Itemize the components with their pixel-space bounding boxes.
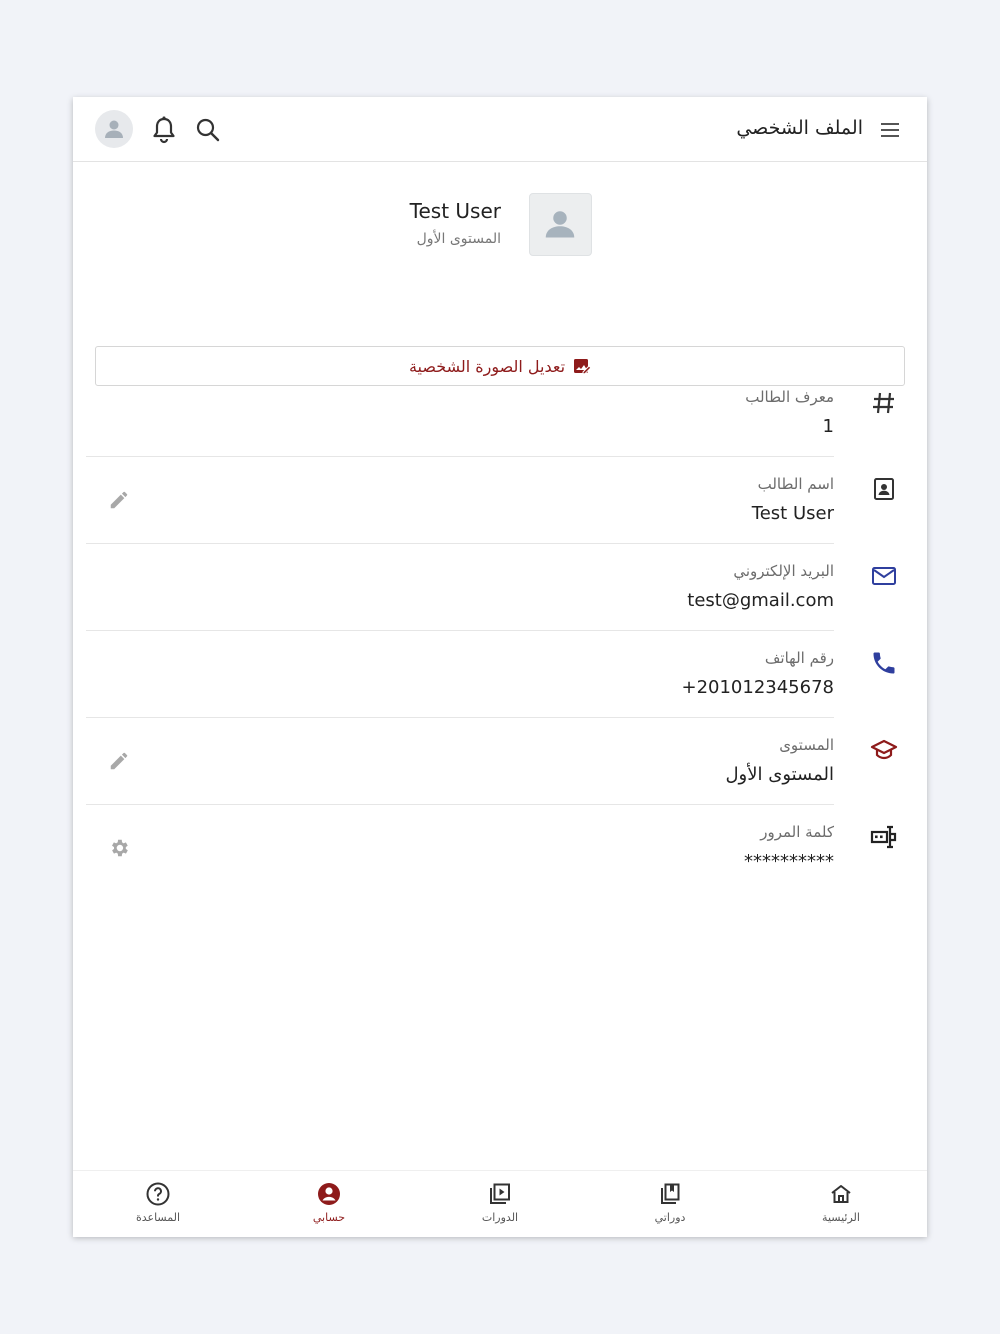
avatar-icon[interactable] xyxy=(95,110,133,148)
field-student-id: معرف الطالب 1 xyxy=(86,370,834,457)
edit-icon[interactable] xyxy=(108,750,130,776)
field-value: +201012345678 xyxy=(681,677,834,698)
app-window: الملف الشخصي Test User المستوى الأول تعد… xyxy=(73,97,927,1237)
menu-icon[interactable] xyxy=(878,118,902,142)
phone-icon xyxy=(870,649,898,677)
nav-label: الدورات xyxy=(481,1211,519,1224)
courses-icon xyxy=(490,1183,510,1204)
field-label: المستوى xyxy=(779,736,834,754)
page-title: الملف الشخصي xyxy=(736,117,863,139)
my-courses-icon xyxy=(661,1183,680,1204)
search-icon[interactable] xyxy=(195,117,221,147)
nav-home[interactable]: الرئيسية xyxy=(756,1171,926,1237)
field-value: ********** xyxy=(744,851,834,872)
nav-help[interactable]: المساعدة xyxy=(73,1171,243,1237)
hash-icon xyxy=(870,389,898,417)
field-level: المستوى المستوى الأول xyxy=(86,718,834,805)
profile-card: Test User المستوى الأول تعديل الصورة الش… xyxy=(73,161,927,386)
nav-label: الرئيسية xyxy=(822,1211,860,1224)
field-value: المستوى الأول xyxy=(725,764,834,785)
help-icon xyxy=(146,1182,170,1206)
nav-courses[interactable]: الدورات xyxy=(415,1171,585,1237)
field-phone: رقم الهاتف +201012345678 xyxy=(86,631,834,718)
avatar-icon xyxy=(545,211,575,238)
field-email: البريد الإلكتروني test@gmail.com xyxy=(86,544,834,631)
field-label: البريد الإلكتروني xyxy=(733,562,834,580)
gear-icon[interactable] xyxy=(108,837,130,863)
home-icon xyxy=(831,1185,851,1203)
profile-photo xyxy=(529,193,592,256)
graduation-cap-icon xyxy=(870,736,898,764)
account-icon xyxy=(318,1183,340,1205)
field-label: معرف الطالب xyxy=(745,388,834,406)
field-value: Test User xyxy=(751,503,834,524)
contact-card-icon xyxy=(870,475,898,503)
nav-label: المساعدة xyxy=(135,1211,181,1224)
nav-account[interactable]: حسابي xyxy=(244,1171,414,1237)
nav-label: حسابي xyxy=(312,1211,346,1224)
field-student-name: اسم الطالب Test User xyxy=(86,457,834,544)
field-value: test@gmail.com xyxy=(687,590,834,611)
password-icon xyxy=(870,823,898,851)
mail-icon xyxy=(870,562,898,590)
field-label: رقم الهاتف xyxy=(764,649,834,667)
edit-icon[interactable] xyxy=(108,489,130,515)
nav-label: دوراتي xyxy=(654,1211,686,1224)
bottom-navigation: الرئيسية دوراتي الدورات حسابي المساعدة xyxy=(73,1170,927,1237)
top-bar: الملف الشخصي xyxy=(73,97,927,162)
field-password: كلمة المرور ********** xyxy=(86,805,834,891)
bell-icon[interactable] xyxy=(151,116,177,148)
field-label: اسم الطالب xyxy=(757,475,834,493)
user-name: Test User xyxy=(409,199,501,223)
field-label: كلمة المرور xyxy=(760,823,834,841)
field-value: 1 xyxy=(822,416,834,437)
nav-my-courses[interactable]: دوراتي xyxy=(585,1171,755,1237)
user-level: المستوى الأول xyxy=(416,231,501,247)
